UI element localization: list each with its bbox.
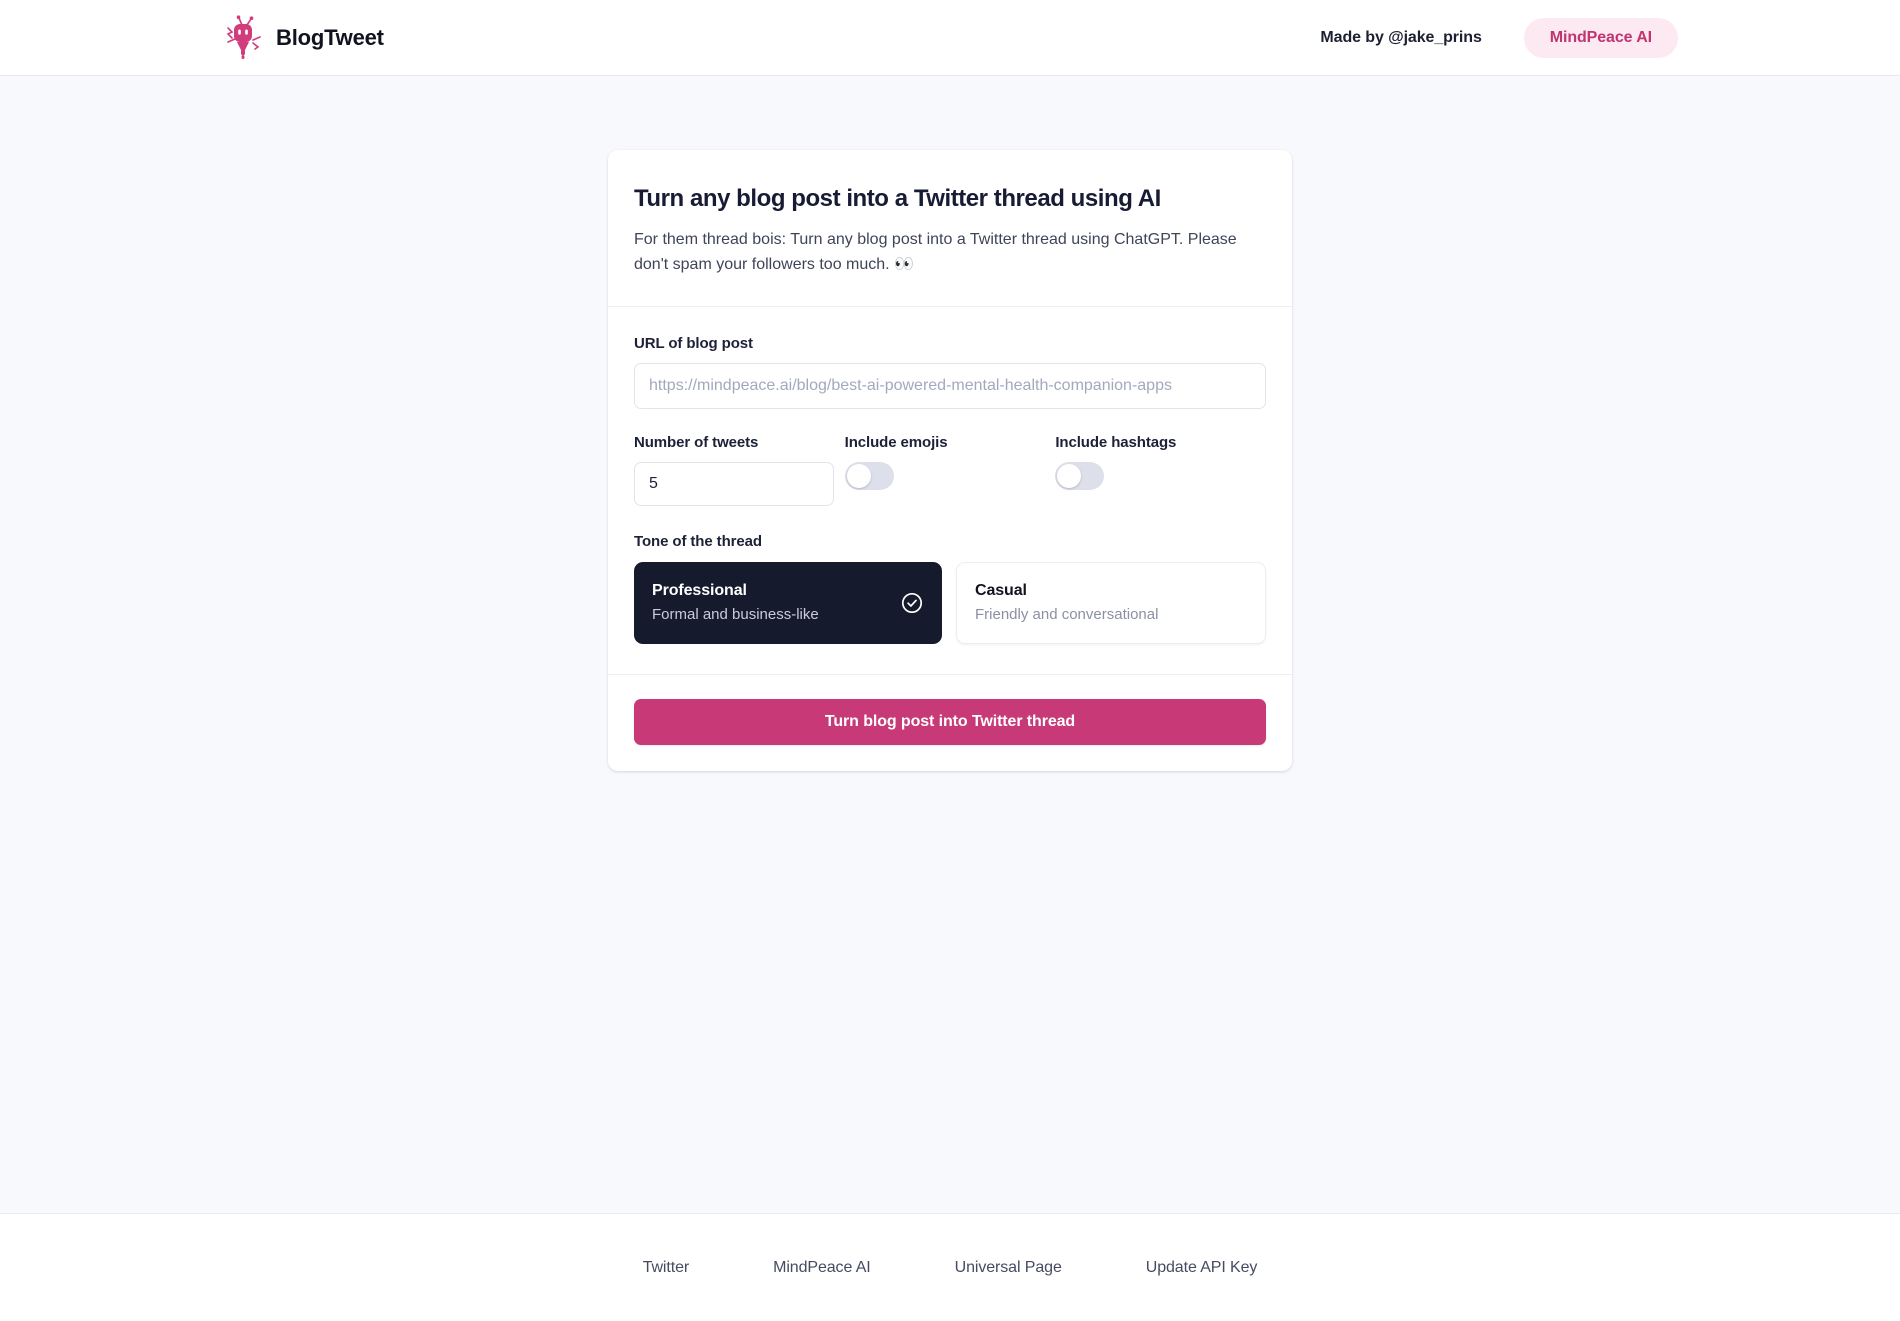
url-field-label: URL of blog post [634, 334, 753, 352]
toggle-knob [846, 463, 871, 488]
include-emojis-toggle[interactable] [844, 461, 894, 490]
brand-name: BlogTweet [276, 24, 384, 50]
tone-option-professional[interactable]: Professional Formal and business-like [634, 561, 942, 645]
brand-logo-link[interactable]: BlogTweet [222, 14, 384, 61]
tone-label-wrap: Tone of the thread [634, 533, 1266, 550]
mindpeace-ai-button[interactable]: MindPeace AI [1523, 17, 1678, 58]
url-input[interactable] [634, 362, 1266, 409]
card-footer: Turn blog post into Twitter thread [608, 675, 1292, 771]
tone-professional-name: Professional [652, 581, 747, 599]
number-of-tweets-input[interactable] [634, 461, 834, 506]
number-of-tweets-label: Number of tweets [634, 433, 759, 451]
card-form: URL of blog post Number of tweets Includ… [608, 307, 1292, 676]
generator-card: Turn any blog post into a Twitter thread… [608, 150, 1292, 772]
tone-casual-desc: Friendly and conversational [975, 605, 1159, 623]
header-actions: Made by @jake_prins MindPeace AI [1320, 17, 1678, 58]
robot-mascot-icon [222, 14, 264, 61]
app-root: BlogTweet Made by @jake_prins MindPeace … [0, 0, 1900, 1321]
check-circle-icon [900, 591, 924, 615]
include-hashtags-group: Include hashtags [1055, 434, 1266, 506]
site-footer: Twitter MindPeace AI Universal Page Upda… [0, 1213, 1900, 1321]
footer-link-twitter[interactable]: Twitter [601, 1259, 731, 1277]
number-of-tweets-group: Number of tweets [634, 434, 845, 506]
submit-button[interactable]: Turn blog post into Twitter thread [634, 699, 1266, 746]
tone-of-thread-label: Tone of the thread [634, 532, 762, 550]
footer-link-update-api-key[interactable]: Update API Key [1104, 1259, 1300, 1277]
tone-option-casual[interactable]: Casual Friendly and conversational [956, 561, 1266, 645]
page-title: Turn any blog post into a Twitter thread… [634, 185, 1161, 212]
tone-casual-text: Casual Friendly and conversational [975, 582, 1158, 625]
top-header: BlogTweet Made by @jake_prins MindPeace … [0, 0, 1900, 76]
footer-link-universal-page[interactable]: Universal Page [913, 1259, 1104, 1277]
tone-professional-text: Professional Formal and business-like [652, 582, 819, 625]
options-row: Number of tweets Include emojis Include … [634, 434, 1266, 506]
card-header: Turn any blog post into a Twitter thread… [608, 150, 1292, 307]
tone-options: Professional Formal and business-like Ca… [634, 561, 1266, 645]
toggle-knob [1057, 463, 1082, 488]
tone-casual-name: Casual [975, 581, 1027, 599]
footer-link-mindpeace-ai[interactable]: MindPeace AI [731, 1259, 913, 1277]
include-emojis-group: Include emojis [844, 433, 1056, 506]
main-content: Turn any blog post into a Twitter thread… [0, 76, 1900, 1213]
include-emojis-label: Include emojis [844, 433, 948, 451]
tone-professional-desc: Formal and business-like [652, 605, 819, 623]
include-hashtags-toggle[interactable] [1055, 461, 1105, 490]
page-subtitle: For them thread bois: Turn any blog post… [634, 231, 1237, 273]
include-hashtags-label: Include hashtags [1055, 433, 1177, 451]
made-by-label: Made by @jake_prins [1320, 28, 1482, 46]
